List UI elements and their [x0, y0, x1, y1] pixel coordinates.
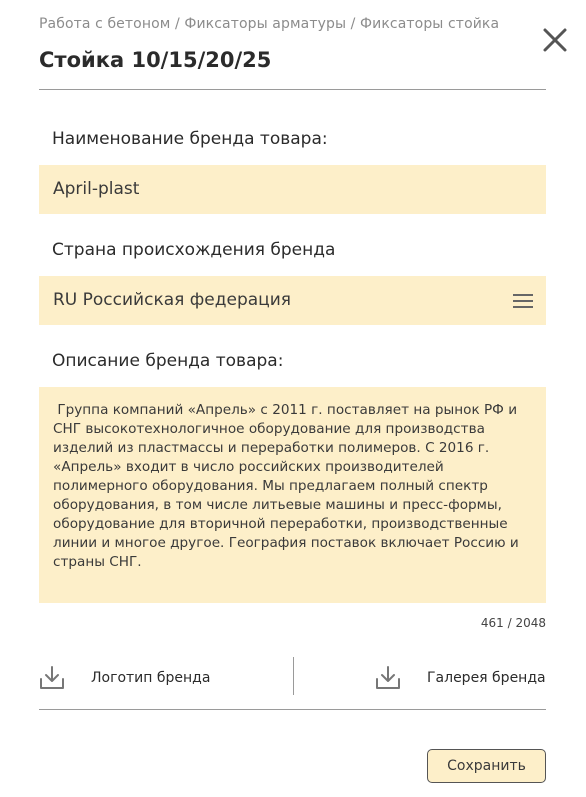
- header-divider: [39, 89, 546, 90]
- brand-name-label: Наименование бренда товара:: [52, 129, 328, 149]
- char-counter: 461 / 2048: [480, 616, 546, 630]
- description-label: Описание бренда товара:: [52, 351, 284, 371]
- country-label: Страна происхождения бренда: [52, 240, 336, 260]
- brand-name-input[interactable]: [39, 165, 546, 214]
- download-icon: [40, 666, 64, 689]
- upload-gallery-button[interactable]: Галерея бренда: [375, 664, 546, 692]
- close-button[interactable]: [542, 27, 568, 53]
- country-select[interactable]: RU Российская федерация: [39, 276, 546, 325]
- footer-divider: [39, 709, 546, 710]
- menu-icon: [513, 294, 533, 308]
- upload-logo-label: Логотип бренда: [91, 670, 211, 686]
- breadcrumb: Работа с бетоном / Фиксаторы арматуры / …: [39, 16, 500, 32]
- upload-separator: [293, 657, 294, 695]
- page-title: Стойка 10/15/20/25: [39, 48, 272, 72]
- download-icon: [376, 666, 400, 689]
- country-select-value: RU Российская федерация: [53, 290, 292, 310]
- upload-gallery-label: Галерея бренда: [427, 670, 546, 686]
- description-textarea[interactable]: Группа компаний «Апрель» с 2011 г. поста…: [39, 387, 546, 603]
- save-button[interactable]: Сохранить: [427, 749, 546, 783]
- upload-logo-button[interactable]: Логотип бренда: [39, 664, 210, 692]
- close-icon: [543, 28, 567, 52]
